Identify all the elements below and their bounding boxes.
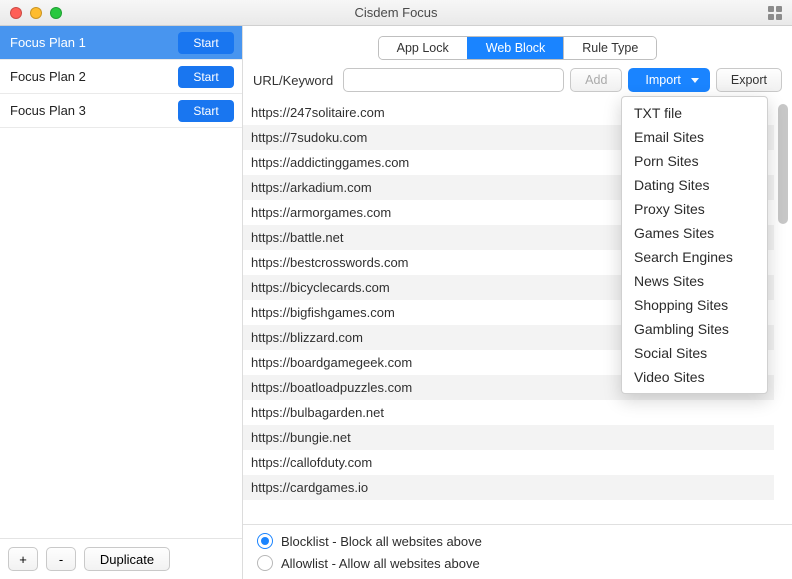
plan-label: Focus Plan 1 (10, 35, 86, 50)
tab-app-lock[interactable]: App Lock (379, 37, 467, 59)
plan-label: Focus Plan 3 (10, 103, 86, 118)
window-titlebar: Cisdem Focus (0, 0, 792, 26)
tab-bar: App LockWeb BlockRule Type (378, 36, 658, 60)
url-row[interactable]: https://callofduty.com (243, 450, 774, 475)
scrollbar-thumb[interactable] (778, 104, 788, 224)
blocklist-label: Blocklist - Block all websites above (281, 534, 482, 549)
minimize-icon[interactable] (30, 7, 42, 19)
url-row[interactable]: https://bungie.net (243, 425, 774, 450)
export-button[interactable]: Export (716, 68, 782, 92)
add-plan-button[interactable]: + (8, 547, 38, 571)
import-menu-item[interactable]: Email Sites (622, 125, 767, 149)
duplicate-plan-button[interactable]: Duplicate (84, 547, 170, 571)
import-menu-item[interactable]: Dating Sites (622, 173, 767, 197)
import-menu-item[interactable]: TXT file (622, 101, 767, 125)
import-menu-item[interactable]: Games Sites (622, 221, 767, 245)
import-menu-item[interactable]: Shopping Sites (622, 293, 767, 317)
sidebar-plan[interactable]: Focus Plan 2 Start (0, 60, 242, 94)
sidebar: Focus Plan 1StartFocus Plan 2StartFocus … (0, 26, 243, 579)
chevron-down-icon (691, 78, 699, 83)
import-menu-item[interactable]: Proxy Sites (622, 197, 767, 221)
main-panel: App LockWeb BlockRule Type URL/Keyword A… (243, 26, 792, 579)
plan-label: Focus Plan 2 (10, 69, 86, 84)
add-url-button[interactable]: Add (570, 68, 622, 92)
tab-web-block[interactable]: Web Block (467, 37, 564, 59)
allowlist-label: Allowlist - Allow all websites above (281, 556, 480, 571)
import-button[interactable]: Import (628, 68, 709, 92)
zoom-icon[interactable] (50, 7, 62, 19)
allowlist-radio[interactable] (257, 555, 273, 571)
app-grid-icon[interactable] (768, 6, 782, 20)
window-title: Cisdem Focus (0, 5, 792, 20)
import-button-label: Import (645, 73, 680, 87)
import-dropdown-menu: TXT fileEmail SitesPorn SitesDating Site… (621, 96, 768, 394)
start-plan-button[interactable]: Start (178, 100, 234, 122)
start-plan-button[interactable]: Start (178, 66, 234, 88)
start-plan-button[interactable]: Start (178, 32, 234, 54)
sidebar-plan[interactable]: Focus Plan 1 Start (0, 26, 242, 60)
import-menu-item[interactable]: News Sites (622, 269, 767, 293)
sidebar-plan[interactable]: Focus Plan 3 Start (0, 94, 242, 128)
import-menu-item[interactable]: Gambling Sites (622, 317, 767, 341)
import-menu-item[interactable]: Search Engines (622, 245, 767, 269)
url-keyword-label: URL/Keyword (253, 73, 333, 88)
tab-rule-type[interactable]: Rule Type (563, 37, 656, 59)
blocklist-radio[interactable] (257, 533, 273, 549)
list-mode-footer: Blocklist - Block all websites above All… (243, 524, 792, 579)
url-row[interactable]: https://cardgames.io (243, 475, 774, 500)
url-keyword-input[interactable] (343, 68, 564, 92)
close-icon[interactable] (10, 7, 22, 19)
import-menu-item[interactable]: Social Sites (622, 341, 767, 365)
import-menu-item[interactable]: Video Sites (622, 365, 767, 389)
url-row[interactable]: https://bulbagarden.net (243, 400, 774, 425)
remove-plan-button[interactable]: - (46, 547, 76, 571)
import-menu-item[interactable]: Porn Sites (622, 149, 767, 173)
sidebar-footer: + - Duplicate (0, 538, 242, 579)
